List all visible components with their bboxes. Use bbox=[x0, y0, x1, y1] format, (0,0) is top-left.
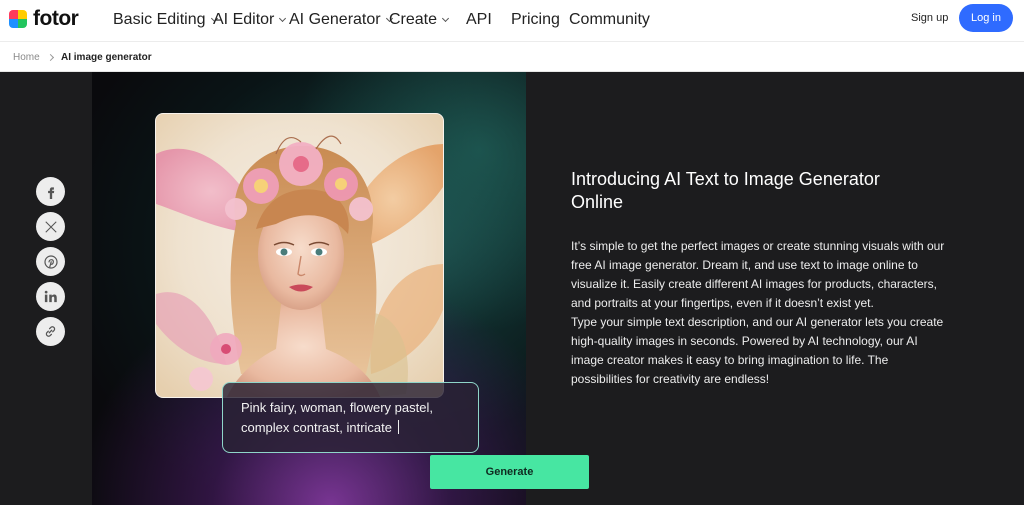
nav-pricing[interactable]: Pricing bbox=[511, 11, 560, 29]
nav-label: Create bbox=[389, 11, 438, 28]
nav-ai-generator[interactable]: AI Generator bbox=[289, 11, 393, 29]
breadcrumb-home[interactable]: Home bbox=[13, 52, 40, 63]
nav-basic-editing[interactable]: Basic Editing bbox=[113, 11, 218, 29]
nav-community[interactable]: Community bbox=[569, 11, 650, 29]
fotor-logo-icon bbox=[9, 10, 27, 28]
linkedin-icon bbox=[44, 290, 57, 303]
pinterest-icon bbox=[43, 254, 58, 269]
facebook-icon bbox=[47, 186, 54, 199]
fotor-logo[interactable]: fotor bbox=[9, 7, 79, 30]
link-icon bbox=[45, 326, 56, 337]
prompt-text-line-1: Pink fairy, woman, flowery pastel, bbox=[241, 400, 433, 415]
linkedin-share-button[interactable] bbox=[36, 282, 65, 311]
x-share-button[interactable] bbox=[36, 212, 65, 241]
description-paragraph-2: Type your simple text description, and o… bbox=[571, 315, 944, 386]
brand-name: fotor bbox=[33, 7, 79, 30]
nav-label: AI Generator bbox=[289, 11, 381, 28]
x-icon bbox=[44, 220, 57, 233]
signup-link[interactable]: Sign up bbox=[911, 12, 948, 24]
description-paragraph-1: It’s simple to get the perfect images or… bbox=[571, 239, 945, 310]
prompt-input[interactable]: Pink fairy, woman, flowery pastel, compl… bbox=[222, 382, 479, 453]
chevron-down-icon bbox=[279, 14, 287, 23]
login-button[interactable]: Log in bbox=[959, 4, 1013, 32]
nav-label: API bbox=[466, 11, 492, 28]
hero-description: It’s simple to get the perfect images or… bbox=[571, 237, 951, 389]
nav-label: Pricing bbox=[511, 11, 560, 28]
headline-line-2: Online bbox=[571, 192, 624, 212]
ai-generated-fairy-image bbox=[155, 113, 444, 398]
generate-button[interactable]: Generate bbox=[430, 455, 589, 489]
text-caret bbox=[398, 420, 400, 434]
nav-create[interactable]: Create bbox=[389, 11, 450, 29]
pinterest-share-button[interactable] bbox=[36, 247, 65, 276]
chevron-down-icon bbox=[441, 14, 450, 23]
chevron-right-icon bbox=[46, 53, 55, 62]
headline-line-1: Introducing AI Text to Image Generator bbox=[571, 169, 880, 189]
fairy-portrait-illustration bbox=[156, 114, 443, 397]
copy-link-button[interactable] bbox=[36, 317, 65, 346]
nav-api[interactable]: API bbox=[466, 11, 492, 29]
hero-section: Pink fairy, woman, flowery pastel, compl… bbox=[0, 72, 1024, 505]
breadcrumb: Home AI image generator bbox=[0, 42, 1024, 72]
facebook-share-button[interactable] bbox=[36, 177, 65, 206]
nav-label: Community bbox=[569, 11, 650, 28]
top-navigation-bar: fotor Basic Editing AI Editor AI Generat… bbox=[0, 0, 1024, 42]
prompt-text-line-2: complex contrast, intricate bbox=[241, 420, 393, 435]
nav-label: Basic Editing bbox=[113, 11, 206, 28]
nav-ai-editor[interactable]: AI Editor bbox=[213, 11, 287, 29]
page-title: Introducing AI Text to Image Generator O… bbox=[571, 168, 971, 214]
nav-label: AI Editor bbox=[213, 11, 275, 28]
breadcrumb-current: AI image generator bbox=[61, 52, 152, 63]
